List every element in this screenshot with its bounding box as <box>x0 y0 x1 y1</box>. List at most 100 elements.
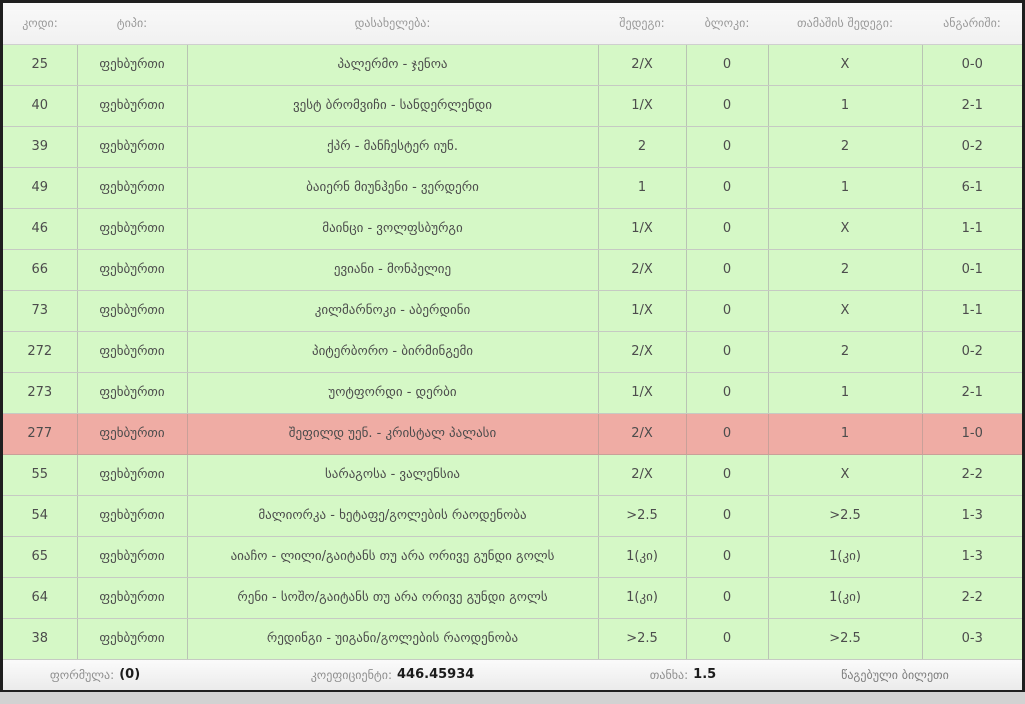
cell-score: 2-2 <box>922 454 1022 496</box>
cell-code: 277 <box>3 413 78 455</box>
cell-score: 2-2 <box>922 577 1022 619</box>
cell-name: პიტერბორო - ბირმინგემი <box>187 331 599 373</box>
cell-name: კილმარნოკი - აბერდინი <box>187 290 599 332</box>
cell-score: 6-1 <box>922 167 1022 209</box>
coefficient-summary: კოეფიციენტი: 446.45934 <box>187 660 598 690</box>
cell-result: 1/X <box>598 372 687 414</box>
cell-game-result: >2.5 <box>768 495 923 537</box>
cell-code: 66 <box>3 249 78 291</box>
cell-block: 0 <box>686 454 769 496</box>
cell-game-result: 1 <box>768 167 923 209</box>
cell-name: პალერმო - ჯენოა <box>187 44 599 86</box>
formula-value: (0) <box>119 667 141 682</box>
cell-type: ფეხბურთი <box>77 249 188 291</box>
bets-table: კოდი: ტიპი: დასახელება: შედეგი: ბლოკი: თ… <box>3 3 1022 660</box>
cell-score: 1-1 <box>922 208 1022 250</box>
table-row: 39 ფეხბურთი ქპრ - მანჩესტერ იუნ. 2 0 2 0… <box>3 126 1022 168</box>
table-row: 38 ფეხბურთი რედინგი - უიგანი/გოლების რაო… <box>3 618 1022 660</box>
table-row: 40 ფეხბურთი ვესტ ბრომვიჩი - სანდერლენდი … <box>3 85 1022 127</box>
cell-type: ფეხბურთი <box>77 208 188 250</box>
table-row: 273 ფეხბურთი უოტფორდი - დერბი 1/X 0 1 2-… <box>3 372 1022 414</box>
table-row: 46 ფეხბურთი მაინცი - ვოლფსბურგი 1/X 0 X … <box>3 208 1022 250</box>
cell-game-result: 1 <box>768 85 923 127</box>
cell-name: რედინგი - უიგანი/გოლების რაოდენობა <box>187 618 599 660</box>
cell-block: 0 <box>686 495 769 537</box>
cell-game-result: X <box>768 208 923 250</box>
cell-block: 0 <box>686 536 769 578</box>
cell-score: 2-1 <box>922 85 1022 127</box>
cell-result: 2/X <box>598 454 687 496</box>
column-header-score: ანგარიში: <box>922 3 1022 45</box>
cell-code: 64 <box>3 577 78 619</box>
ticket-status-text: წაგებული ბილეთი <box>841 667 949 682</box>
bet-ticket-panel: კოდი: ტიპი: დასახელება: შედეგი: ბლოკი: თ… <box>0 0 1025 692</box>
cell-type: ფეხბურთი <box>77 536 188 578</box>
cell-name: რენი - სოშო/გაიტანს თუ არა ორივე გუნდი გ… <box>187 577 599 619</box>
cell-block: 0 <box>686 290 769 332</box>
table-row: 55 ფეხბურთი სარაგოსა - ვალენსია 2/X 0 X … <box>3 454 1022 496</box>
column-header-result: შედეგი: <box>598 3 686 45</box>
table-row: 49 ფეხბურთი ბაიერნ მიუნჰენი - ვერდერი 1 … <box>3 167 1022 209</box>
cell-block: 0 <box>686 44 769 86</box>
column-header-code: კოდი: <box>3 3 77 45</box>
cell-score: 1-3 <box>922 495 1022 537</box>
cell-block: 0 <box>686 331 769 373</box>
cell-name: მალიორკა - ხეტაფე/გოლების რაოდენობა <box>187 495 599 537</box>
cell-type: ფეხბურთი <box>77 167 188 209</box>
cell-code: 39 <box>3 126 78 168</box>
cell-code: 54 <box>3 495 78 537</box>
cell-type: ფეხბურთი <box>77 372 188 414</box>
cell-result: 2/X <box>598 249 687 291</box>
amount-summary: თანხა: 1.5 <box>598 660 768 690</box>
ticket-summary-bar: ფორმულა: (0) კოეფიციენტი: 446.45934 თანხ… <box>3 659 1022 690</box>
formula-summary: ფორმულა: (0) <box>3 660 187 690</box>
cell-name: ბაიერნ მიუნჰენი - ვერდერი <box>187 167 599 209</box>
table-row: 272 ფეხბურთი პიტერბორო - ბირმინგემი 2/X … <box>3 331 1022 373</box>
bets-table-header: კოდი: ტიპი: დასახელება: შედეგი: ბლოკი: თ… <box>3 3 1022 45</box>
cell-code: 73 <box>3 290 78 332</box>
column-header-block: ბლოკი: <box>686 3 768 45</box>
cell-score: 2-1 <box>922 372 1022 414</box>
cell-result: 1/X <box>598 290 687 332</box>
cell-result: 1 <box>598 167 687 209</box>
cell-name: ევიანი - მონპელიე <box>187 249 599 291</box>
cell-score: 0-2 <box>922 331 1022 373</box>
table-row: 65 ფეხბურთი აიაჩო - ლილი/გაიტანს თუ არა … <box>3 536 1022 578</box>
cell-result: 2/X <box>598 331 687 373</box>
column-header-game-result: თამაშის შედეგი: <box>768 3 922 45</box>
cell-score: 0-3 <box>922 618 1022 660</box>
cell-type: ფეხბურთი <box>77 454 188 496</box>
cell-type: ფეხბურთი <box>77 495 188 537</box>
cell-code: 25 <box>3 44 78 86</box>
cell-name: ქპრ - მანჩესტერ იუნ. <box>187 126 599 168</box>
coefficient-label: კოეფიციენტი: <box>310 667 392 682</box>
cell-type: ფეხბურთი <box>77 290 188 332</box>
cell-block: 0 <box>686 413 769 455</box>
cell-score: 1-3 <box>922 536 1022 578</box>
cell-type: ფეხბურთი <box>77 577 188 619</box>
cell-result: 2/X <box>598 44 687 86</box>
cell-result: 1/X <box>598 208 687 250</box>
cell-result: >2.5 <box>598 495 687 537</box>
cell-score: 0-1 <box>922 249 1022 291</box>
cell-result: 1(კი) <box>598 577 687 619</box>
cell-game-result: 1 <box>768 413 923 455</box>
cell-score: 1-0 <box>922 413 1022 455</box>
cell-game-result: 2 <box>768 331 923 373</box>
cell-code: 40 <box>3 85 78 127</box>
cell-block: 0 <box>686 577 769 619</box>
cell-block: 0 <box>686 208 769 250</box>
cell-type: ფეხბურთი <box>77 618 188 660</box>
cell-game-result: X <box>768 454 923 496</box>
bets-table-body: 25 ფეხბურთი პალერმო - ჯენოა 2/X 0 X 0-0 … <box>3 44 1022 660</box>
table-row: 64 ფეხბურთი რენი - სოშო/გაიტანს თუ არა ო… <box>3 577 1022 619</box>
formula-label: ფორმულა: <box>49 667 115 682</box>
table-row: 73 ფეხბურთი კილმარნოკი - აბერდინი 1/X 0 … <box>3 290 1022 332</box>
cell-name: მაინცი - ვოლფსბურგი <box>187 208 599 250</box>
cell-type: ფეხბურთი <box>77 331 188 373</box>
cell-game-result: X <box>768 290 923 332</box>
table-row: 54 ფეხბურთი მალიორკა - ხეტაფე/გოლების რა… <box>3 495 1022 537</box>
cell-result: 1(კი) <box>598 536 687 578</box>
coefficient-value: 446.45934 <box>397 667 475 682</box>
cell-block: 0 <box>686 85 769 127</box>
